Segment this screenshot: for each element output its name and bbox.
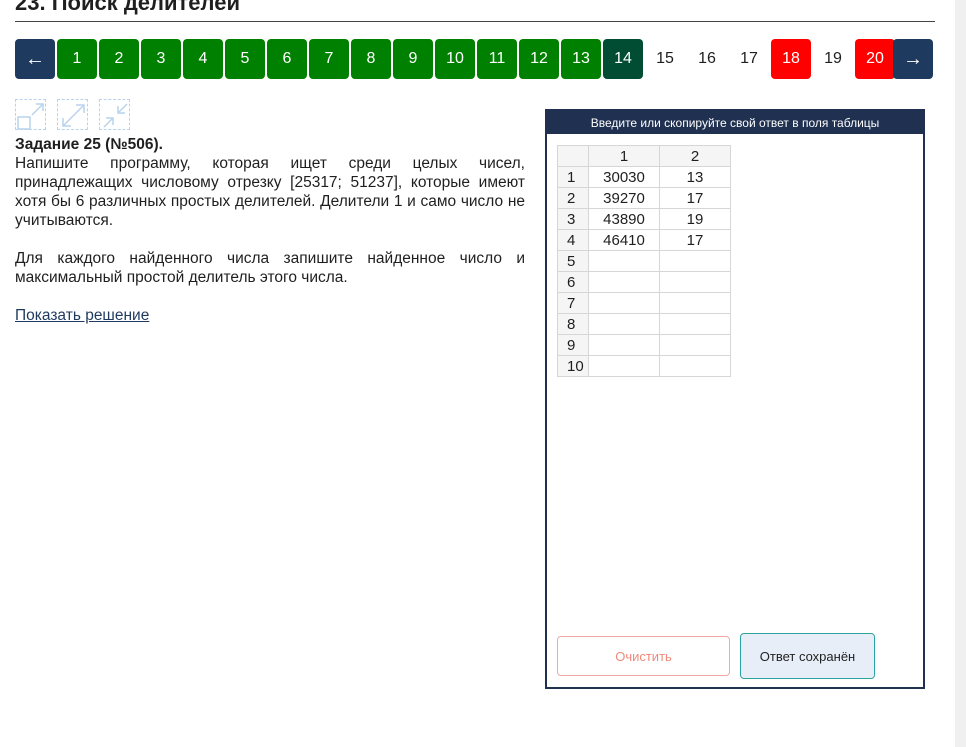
answer-cell[interactable] [588, 250, 660, 272]
task-nav-item[interactable]: 11 [477, 39, 517, 79]
answer-cell[interactable] [659, 271, 731, 293]
table-row: 6 [557, 271, 731, 293]
task-nav-item[interactable]: 13 [561, 39, 601, 79]
row-number: 4 [557, 229, 589, 251]
table-row: 8 [557, 313, 731, 335]
clear-button[interactable]: Очистить [557, 636, 730, 676]
prev-button[interactable]: ← [15, 39, 55, 79]
row-number: 7 [557, 292, 589, 314]
task-nav-item[interactable]: 4 [183, 39, 223, 79]
answer-cell[interactable] [588, 355, 660, 377]
row-number: 1 [557, 166, 589, 188]
answer-cell[interactable]: 46410 [588, 229, 660, 251]
table-row: 2 39270 17 [557, 187, 731, 209]
page-title: 23. Поиск делителей [15, 0, 240, 15]
table-corner [557, 145, 589, 167]
task-nav-item[interactable]: 7 [309, 39, 349, 79]
task-nav-item[interactable]: 1 [57, 39, 97, 79]
answer-panel: Введите или скопируйте свой ответ в поля… [545, 109, 925, 689]
task-nav-item[interactable]: 14 [603, 39, 643, 79]
row-number: 3 [557, 208, 589, 230]
answer-cell[interactable] [588, 292, 660, 314]
answer-cell[interactable] [588, 271, 660, 293]
table-row: 9 [557, 334, 731, 356]
collapse-icon[interactable] [99, 99, 130, 130]
task-nav-item[interactable]: 3 [141, 39, 181, 79]
answer-cell[interactable]: 17 [659, 229, 731, 251]
task-paragraph-1: Напишите программу, которая ищет среди ц… [15, 155, 525, 229]
answer-cell[interactable]: 43890 [588, 208, 660, 230]
answer-cell[interactable] [659, 334, 731, 356]
answer-cell[interactable]: 30030 [588, 166, 660, 188]
answer-cell[interactable] [659, 250, 731, 272]
row-number: 6 [557, 271, 589, 293]
column-header: 1 [588, 145, 660, 167]
answer-cell[interactable]: 13 [659, 166, 731, 188]
task-nav-item[interactable]: 9 [393, 39, 433, 79]
task-nav-item[interactable]: 16 [687, 39, 727, 79]
row-number: 10 [557, 355, 589, 377]
view-tools [15, 99, 130, 130]
row-number: 5 [557, 250, 589, 272]
answer-cell[interactable] [588, 313, 660, 335]
row-number: 2 [557, 187, 589, 209]
task-nav-item[interactable]: 17 [729, 39, 769, 79]
answer-panel-header: Введите или скопируйте свой ответ в поля… [547, 111, 923, 134]
task-paragraph-2: Для каждого найденного числа запишите на… [15, 250, 525, 286]
answer-cell[interactable]: 19 [659, 208, 731, 230]
answer-cell[interactable]: 17 [659, 187, 731, 209]
row-number: 9 [557, 334, 589, 356]
title-divider [15, 21, 935, 22]
task-nav-item[interactable]: 12 [519, 39, 559, 79]
fit-width-icon[interactable] [15, 99, 46, 130]
task-nav-item[interactable]: 5 [225, 39, 265, 79]
task-nav-item[interactable]: 2 [99, 39, 139, 79]
table-row: 3 43890 19 [557, 208, 731, 230]
task-heading: Задание 25 (№506). [15, 136, 163, 153]
table-row: 5 [557, 250, 731, 272]
answer-saved-button[interactable]: Ответ сохранён [740, 633, 875, 679]
task-nav-item[interactable]: 8 [351, 39, 391, 79]
table-row: 7 [557, 292, 731, 314]
show-solution-link[interactable]: Показать решение [15, 306, 149, 325]
task-text: Задание 25 (№506). Напишите программу, к… [15, 135, 525, 325]
column-header: 2 [659, 145, 731, 167]
task-nav-item[interactable]: 6 [267, 39, 307, 79]
answer-cell[interactable] [659, 313, 731, 335]
answer-cell[interactable] [659, 292, 731, 314]
task-nav-item[interactable]: 20 [855, 39, 895, 79]
table-row: 1 30030 13 [557, 166, 731, 188]
next-button[interactable]: → [893, 39, 933, 79]
answer-cell[interactable] [588, 334, 660, 356]
task-nav-item[interactable]: 15 [645, 39, 685, 79]
table-row: 10 [557, 355, 731, 377]
table-row: 4 46410 17 [557, 229, 731, 251]
task-nav-item[interactable]: 18 [771, 39, 811, 79]
expand-icon[interactable] [57, 99, 88, 130]
answer-cell[interactable] [659, 355, 731, 377]
task-nav-item[interactable]: 10 [435, 39, 475, 79]
answer-cell[interactable]: 39270 [588, 187, 660, 209]
row-number: 8 [557, 313, 589, 335]
task-nav-item[interactable]: 19 [813, 39, 853, 79]
page-scrollbar[interactable] [955, 0, 966, 747]
task-navigation: ← 1 2 3 4 5 6 7 8 9 10 11 12 13 14 15 16 17 18 19 20 → [15, 39, 935, 79]
answer-table: 1 2 1 30030 13 2 39270 17 3 43890 19 4 46410 17 5 6 7 8… [557, 145, 731, 377]
